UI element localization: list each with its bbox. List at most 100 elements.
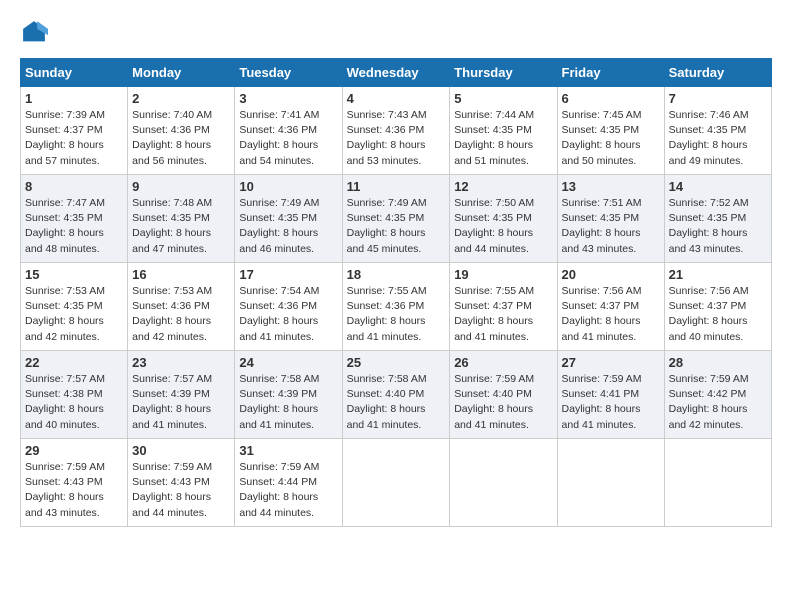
day-cell-26: 26 Sunrise: 7:59 AMSunset: 4:40 PMDayligh…	[450, 351, 557, 439]
day-number: 12	[454, 179, 552, 194]
empty-cell	[557, 439, 664, 527]
day-info: Sunrise: 7:55 AMSunset: 4:36 PMDaylight:…	[347, 284, 446, 345]
day-cell-29: 29 Sunrise: 7:59 AMSunset: 4:43 PMDayligh…	[21, 439, 128, 527]
page-container: SundayMondayTuesdayWednesdayThursdayFrid…	[0, 0, 792, 537]
day-number: 29	[25, 443, 123, 458]
day-cell-15: 15Sunrise: 7:53 AMSunset: 4:35 PMDayligh…	[21, 263, 128, 351]
day-number: 7	[669, 91, 767, 106]
day-number: 27	[562, 355, 660, 370]
day-info: Sunrise: 7:54 AMSunset: 4:36 PMDaylight:…	[239, 284, 337, 345]
calendar-table: SundayMondayTuesdayWednesdayThursdayFrid…	[20, 58, 772, 527]
weekday-header-tuesday: Tuesday	[235, 59, 342, 87]
weekday-header-monday: Monday	[128, 59, 235, 87]
day-info: Sunrise: 7:56 AMSunset: 4:37 PMDaylight:…	[669, 284, 767, 345]
day-info: Sunrise: 7:58 AMSunset: 4:40 PMDaylight:…	[347, 372, 446, 433]
day-number: 17	[239, 267, 337, 282]
day-cell-4: 4Sunrise: 7:43 AMSunset: 4:36 PMDaylight…	[342, 87, 450, 175]
day-number: 24	[239, 355, 337, 370]
day-number: 28	[669, 355, 767, 370]
day-number: 5	[454, 91, 552, 106]
day-cell-17: 17 Sunrise: 7:54 AMSunset: 4:36 PMDayligh…	[235, 263, 342, 351]
weekday-header-saturday: Saturday	[664, 59, 771, 87]
day-info: Sunrise: 7:49 AMSunset: 4:35 PMDaylight:…	[239, 196, 337, 257]
day-info: Sunrise: 7:51 AMSunset: 4:35 PMDaylight:…	[562, 196, 660, 257]
day-cell-18: 18 Sunrise: 7:55 AMSunset: 4:36 PMDayligh…	[342, 263, 450, 351]
day-number: 25	[347, 355, 446, 370]
header	[20, 18, 772, 46]
day-number: 16	[132, 267, 230, 282]
day-cell-16: 16 Sunrise: 7:53 AMSunset: 4:36 PMDayligh…	[128, 263, 235, 351]
day-cell-6: 6Sunrise: 7:45 AMSunset: 4:35 PMDaylight…	[557, 87, 664, 175]
day-cell-22: 22 Sunrise: 7:57 AMSunset: 4:38 PMDayligh…	[21, 351, 128, 439]
day-number: 8	[25, 179, 123, 194]
day-number: 11	[347, 179, 446, 194]
day-number: 26	[454, 355, 552, 370]
empty-cell	[342, 439, 450, 527]
day-number: 10	[239, 179, 337, 194]
day-info: Sunrise: 7:53 AMSunset: 4:36 PMDaylight:…	[132, 284, 230, 345]
day-cell-30: 30 Sunrise: 7:59 AMSunset: 4:43 PMDayligh…	[128, 439, 235, 527]
day-info: Sunrise: 7:59 AMSunset: 4:43 PMDaylight:…	[25, 460, 123, 521]
day-info: Sunrise: 7:59 AMSunset: 4:41 PMDaylight:…	[562, 372, 660, 433]
day-cell-21: 21 Sunrise: 7:56 AMSunset: 4:37 PMDayligh…	[664, 263, 771, 351]
empty-cell	[450, 439, 557, 527]
day-number: 18	[347, 267, 446, 282]
weekday-header-wednesday: Wednesday	[342, 59, 450, 87]
day-number: 30	[132, 443, 230, 458]
day-cell-27: 27 Sunrise: 7:59 AMSunset: 4:41 PMDayligh…	[557, 351, 664, 439]
week-row-4: 22 Sunrise: 7:57 AMSunset: 4:38 PMDayligh…	[21, 351, 772, 439]
day-cell-8: 8 Sunrise: 7:47 AMSunset: 4:35 PMDaylight…	[21, 175, 128, 263]
day-info: Sunrise: 7:44 AMSunset: 4:35 PMDaylight:…	[454, 108, 552, 169]
day-info: Sunrise: 7:39 AMSunset: 4:37 PMDaylight:…	[25, 108, 123, 169]
day-info: Sunrise: 7:52 AMSunset: 4:35 PMDaylight:…	[669, 196, 767, 257]
day-cell-13: 13 Sunrise: 7:51 AMSunset: 4:35 PMDayligh…	[557, 175, 664, 263]
day-cell-25: 25 Sunrise: 7:58 AMSunset: 4:40 PMDayligh…	[342, 351, 450, 439]
week-row-1: 1 Sunrise: 7:39 AMSunset: 4:37 PMDaylight…	[21, 87, 772, 175]
day-cell-28: 28Sunrise: 7:59 AMSunset: 4:42 PMDayligh…	[664, 351, 771, 439]
day-info: Sunrise: 7:50 AMSunset: 4:35 PMDaylight:…	[454, 196, 552, 257]
day-cell-1: 1 Sunrise: 7:39 AMSunset: 4:37 PMDaylight…	[21, 87, 128, 175]
day-info: Sunrise: 7:47 AMSunset: 4:35 PMDaylight:…	[25, 196, 123, 257]
weekday-header-row: SundayMondayTuesdayWednesdayThursdayFrid…	[21, 59, 772, 87]
week-row-3: 15Sunrise: 7:53 AMSunset: 4:35 PMDayligh…	[21, 263, 772, 351]
weekday-header-friday: Friday	[557, 59, 664, 87]
day-number: 13	[562, 179, 660, 194]
day-info: Sunrise: 7:45 AMSunset: 4:35 PMDaylight:…	[562, 108, 660, 169]
day-info: Sunrise: 7:55 AMSunset: 4:37 PMDaylight:…	[454, 284, 552, 345]
day-cell-20: 20 Sunrise: 7:56 AMSunset: 4:37 PMDayligh…	[557, 263, 664, 351]
day-cell-12: 12 Sunrise: 7:50 AMSunset: 4:35 PMDayligh…	[450, 175, 557, 263]
day-cell-7: 7 Sunrise: 7:46 AMSunset: 4:35 PMDaylight…	[664, 87, 771, 175]
day-info: Sunrise: 7:57 AMSunset: 4:39 PMDaylight:…	[132, 372, 230, 433]
day-cell-3: 3 Sunrise: 7:41 AMSunset: 4:36 PMDaylight…	[235, 87, 342, 175]
week-row-2: 8 Sunrise: 7:47 AMSunset: 4:35 PMDaylight…	[21, 175, 772, 263]
logo-icon	[20, 18, 48, 46]
day-number: 3	[239, 91, 337, 106]
day-info: Sunrise: 7:59 AMSunset: 4:40 PMDaylight:…	[454, 372, 552, 433]
day-number: 22	[25, 355, 123, 370]
logo	[20, 18, 52, 46]
day-number: 20	[562, 267, 660, 282]
day-info: Sunrise: 7:58 AMSunset: 4:39 PMDaylight:…	[239, 372, 337, 433]
day-number: 15	[25, 267, 123, 282]
day-cell-5: 5 Sunrise: 7:44 AMSunset: 4:35 PMDaylight…	[450, 87, 557, 175]
day-info: Sunrise: 7:59 AMSunset: 4:44 PMDaylight:…	[239, 460, 337, 521]
day-number: 19	[454, 267, 552, 282]
day-info: Sunrise: 7:41 AMSunset: 4:36 PMDaylight:…	[239, 108, 337, 169]
day-info: Sunrise: 7:48 AMSunset: 4:35 PMDaylight:…	[132, 196, 230, 257]
day-cell-19: 19 Sunrise: 7:55 AMSunset: 4:37 PMDayligh…	[450, 263, 557, 351]
day-info: Sunrise: 7:59 AMSunset: 4:43 PMDaylight:…	[132, 460, 230, 521]
day-cell-14: 14Sunrise: 7:52 AMSunset: 4:35 PMDayligh…	[664, 175, 771, 263]
day-cell-2: 2Sunrise: 7:40 AMSunset: 4:36 PMDaylight…	[128, 87, 235, 175]
day-number: 21	[669, 267, 767, 282]
day-info: Sunrise: 7:46 AMSunset: 4:35 PMDaylight:…	[669, 108, 767, 169]
weekday-header-sunday: Sunday	[21, 59, 128, 87]
day-cell-10: 10 Sunrise: 7:49 AMSunset: 4:35 PMDayligh…	[235, 175, 342, 263]
empty-cell	[664, 439, 771, 527]
day-info: Sunrise: 7:57 AMSunset: 4:38 PMDaylight:…	[25, 372, 123, 433]
day-cell-31: 31 Sunrise: 7:59 AMSunset: 4:44 PMDayligh…	[235, 439, 342, 527]
day-info: Sunrise: 7:56 AMSunset: 4:37 PMDaylight:…	[562, 284, 660, 345]
day-number: 4	[347, 91, 446, 106]
day-number: 23	[132, 355, 230, 370]
day-number: 1	[25, 91, 123, 106]
day-number: 31	[239, 443, 337, 458]
